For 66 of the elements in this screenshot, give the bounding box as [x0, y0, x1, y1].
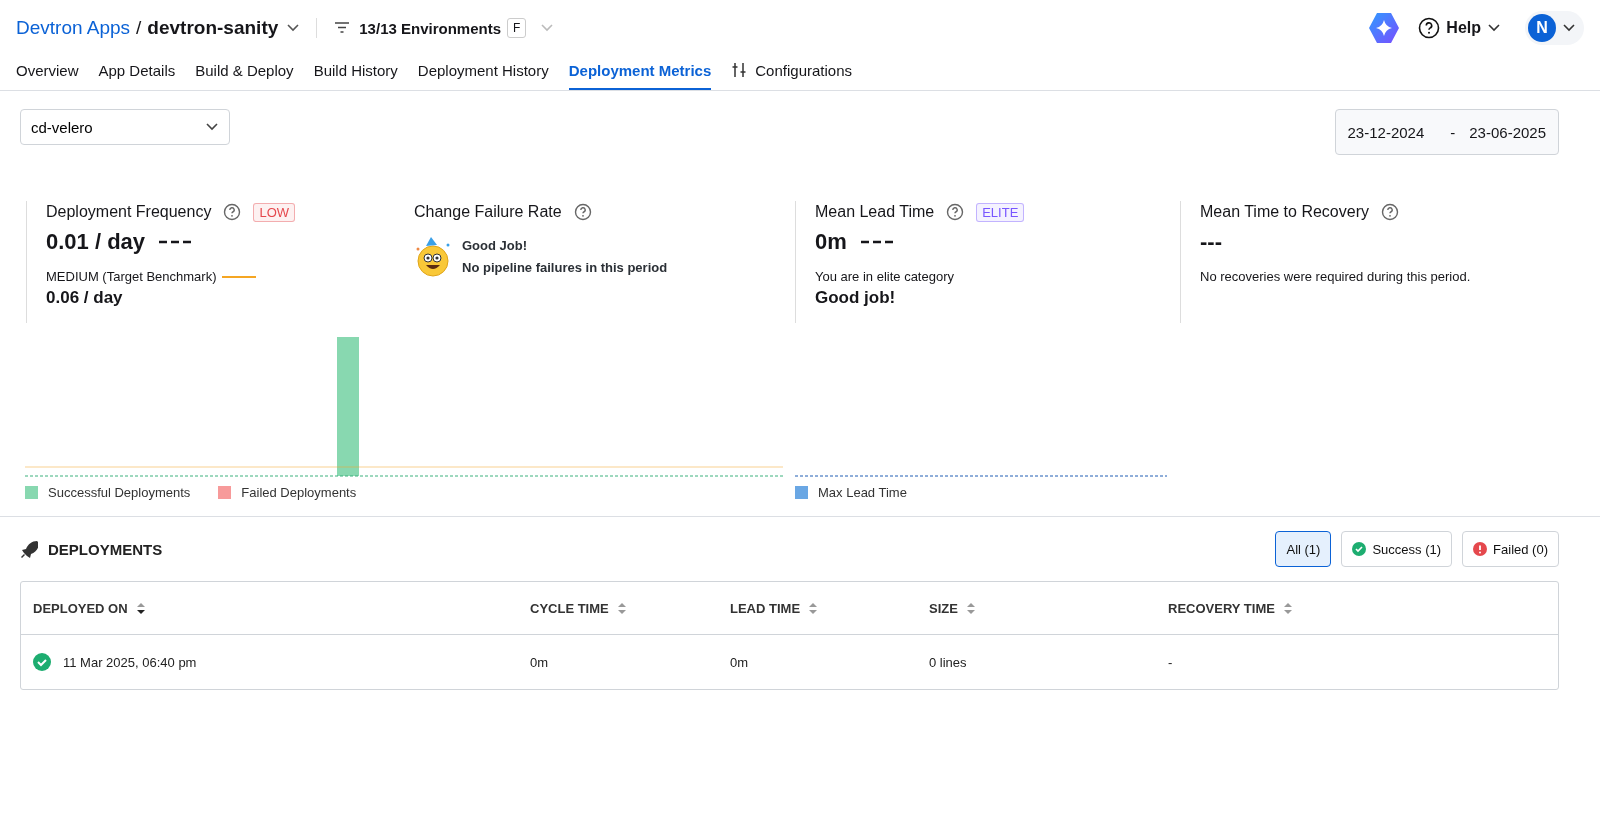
environments-filter[interactable]: 13/13 Environments [359, 19, 501, 37]
rating-badge: ELITE [976, 202, 1025, 222]
nav-tab[interactable]: Deployment Metrics [568, 56, 712, 90]
sliders-icon [731, 61, 748, 79]
nav-tab[interactable]: Configurations [731, 56, 852, 90]
rating-badge: LOW [253, 202, 296, 222]
end-date: 23-06-2025 [1469, 123, 1546, 141]
metric-value: 0m [815, 229, 847, 255]
legend-label: Failed Deployments [241, 485, 357, 500]
date-range-picker[interactable]: 23-12-2024 - 23-06-2025 [1334, 109, 1559, 155]
pipeline-select[interactable]: cd-velero [20, 109, 230, 145]
help-icon [946, 203, 965, 221]
table-cell: 0 lines [929, 654, 967, 670]
help-button[interactable]: Help [1418, 17, 1501, 39]
legend-label: Successful Deployments [48, 485, 191, 500]
metric-title: Mean Lead Time [815, 203, 935, 221]
nav-tab[interactable]: Deployment History [417, 56, 549, 90]
help-icon [223, 203, 242, 221]
benchmark-line-icon [222, 274, 257, 279]
help-icon [1418, 17, 1441, 39]
metric-note: You are in elite category [815, 269, 955, 284]
metric-title: Deployment Frequency [46, 203, 212, 221]
metric-value: --- [1200, 229, 1222, 255]
nav-tab[interactable]: Overview [16, 56, 79, 90]
benchmark-value: 0.06 / day [46, 288, 124, 308]
date-separator: - [1450, 123, 1456, 141]
legend-label: Max Lead Time [818, 485, 907, 500]
profile-button[interactable]: N [1525, 11, 1584, 45]
error-icon [1473, 542, 1488, 556]
help-icon [573, 203, 592, 221]
column-header[interactable]: CYCLE TIME [530, 600, 609, 616]
environment-badge: F [507, 18, 527, 38]
column-header[interactable]: RECOVERY TIME [1168, 600, 1275, 616]
column-header[interactable]: LEAD TIME [730, 600, 801, 616]
nav-tab[interactable]: Build History [313, 56, 398, 90]
filter-button[interactable]: All (1) [1275, 531, 1332, 567]
message-text: No pipeline failures in this period [462, 259, 668, 277]
table-cell: 11 Mar 2025, 06:40 pm [63, 654, 197, 670]
rocket-icon [20, 540, 38, 558]
metric-praise: Good job! [815, 288, 897, 308]
column-header[interactable]: DEPLOYED ON [33, 600, 128, 616]
section-title: DEPLOYMENTS [48, 540, 164, 558]
benchmark-label: MEDIUM (Target Benchmark) [46, 269, 217, 284]
metric-note: No recoveries were required during this period. [1200, 269, 1472, 284]
breadcrumb-separator: / [136, 17, 142, 39]
filter-button[interactable]: Failed (0) [1462, 531, 1559, 567]
nav-tab[interactable]: Build & Deploy [195, 56, 294, 90]
table-cell: 0m [530, 654, 549, 670]
table-cell: - [1168, 654, 1173, 670]
metric-value: 0.01 / day [46, 229, 146, 255]
avatar: N [1528, 14, 1556, 42]
sparkle-icon[interactable] [1368, 12, 1401, 44]
sort-icon[interactable] [135, 601, 146, 615]
table-cell: 0m [730, 654, 749, 670]
success-icon [1352, 542, 1367, 556]
start-date: 23-12-2024 [1347, 123, 1425, 141]
metric-title: Change Failure Rate [414, 203, 562, 221]
app-name[interactable]: devtron-sanity [147, 17, 279, 39]
party-face-icon [414, 237, 452, 277]
help-icon [1380, 203, 1399, 221]
nav-tab[interactable]: App Details [98, 56, 176, 90]
breadcrumb-link[interactable]: Devtron Apps [16, 17, 131, 39]
message-title: Good Job! [462, 237, 528, 255]
column-header[interactable]: SIZE [929, 600, 958, 616]
filter-button[interactable]: Success (1) [1341, 531, 1453, 567]
metric-title: Mean Time to Recovery [1200, 203, 1369, 221]
